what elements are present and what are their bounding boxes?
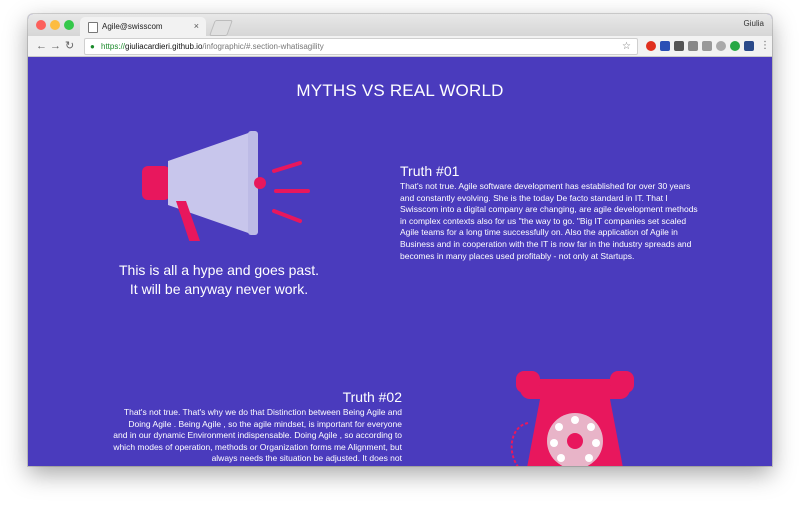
page-title: MYTHS VS REAL WORLD xyxy=(296,81,504,100)
url-text: https://giuliacardieri.github.io/infogra… xyxy=(101,39,324,54)
opera-extension-icon[interactable] xyxy=(646,41,656,51)
url-host: giuliacardieri.github.io xyxy=(125,42,203,51)
myth-1-line-1: This is all a hype and goes past. xyxy=(118,262,319,278)
infographic-page: MYTHS VS REAL WORLD This is all a hype a… xyxy=(28,57,772,466)
truth-2-title: Truth #02 xyxy=(342,389,402,405)
browser-toolbar: ← → ↻ ● https://giuliacardieri.github.io… xyxy=(28,36,772,57)
menu-icon[interactable]: ⋮ xyxy=(760,39,770,53)
zoom-window-button[interactable] xyxy=(64,20,74,30)
myth-1-statement: This is all a hype and goes past. It wil… xyxy=(104,261,334,299)
lock-icon: ● xyxy=(90,42,95,51)
truth-1-body: That's not true. Agile software developm… xyxy=(400,181,698,261)
bookmark-star-icon[interactable]: ☆ xyxy=(622,39,631,54)
title-bar: Agile@swisscom × Giulia xyxy=(28,14,772,36)
pocket-extension-icon[interactable] xyxy=(674,41,684,51)
drive-extension-icon[interactable] xyxy=(744,41,754,51)
megaphone-icon xyxy=(142,131,310,241)
myth-1-line-2: It will be anyway never work. xyxy=(129,281,309,297)
back-icon[interactable]: ← xyxy=(36,39,47,53)
browser-tab[interactable]: Agile@swisscom × xyxy=(80,17,206,36)
tab-close-icon[interactable]: × xyxy=(194,17,199,36)
address-bar[interactable]: ● https://giuliacardieri.github.io/infog… xyxy=(84,38,638,55)
page-icon xyxy=(88,22,98,33)
grammarly-extension-icon[interactable] xyxy=(730,41,740,51)
forward-icon[interactable]: → xyxy=(50,39,61,53)
truth-2-body: That's not true. That's why we do that D… xyxy=(113,407,402,464)
info-extension-icon[interactable] xyxy=(660,41,670,51)
browser-window: Agile@swisscom × Giulia ← → ↻ ● https://… xyxy=(28,14,772,466)
close-window-button[interactable] xyxy=(36,20,46,30)
cloud-extension-icon[interactable] xyxy=(716,41,726,51)
reload-icon[interactable]: ↻ xyxy=(65,39,74,53)
minimize-window-button[interactable] xyxy=(50,20,60,30)
extension-icon[interactable] xyxy=(702,41,712,51)
telephone-icon xyxy=(510,371,634,466)
truth-1-title: Truth #01 xyxy=(400,163,460,179)
url-scheme: https:// xyxy=(101,42,126,51)
extension-icon[interactable] xyxy=(688,41,698,51)
profile-name[interactable]: Giulia xyxy=(744,19,764,28)
new-tab-button[interactable] xyxy=(209,20,233,36)
tab-title: Agile@swisscom xyxy=(102,22,163,31)
url-path: /infographic/#.section-whatisagility xyxy=(202,42,324,51)
